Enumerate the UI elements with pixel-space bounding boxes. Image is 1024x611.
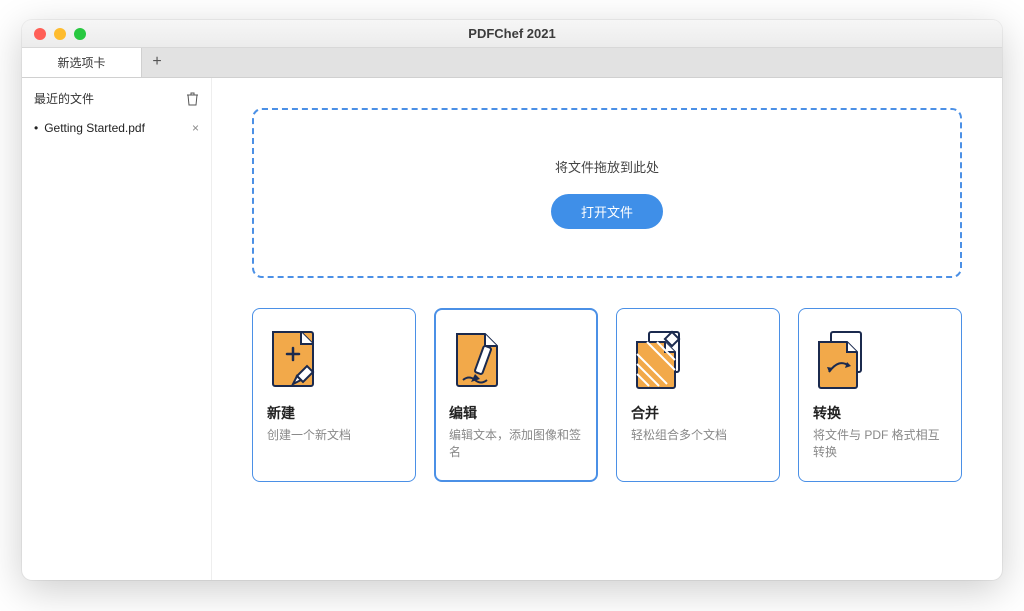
sidebar: 最近的文件 •Getting Started.pdf × [22,78,212,580]
app-window: PDFChef 2021 新选项卡 + 最近的文件 •Getting Start… [22,20,1002,580]
dropzone-hint: 将文件拖放到此处 [555,157,659,176]
tab-label: 新选项卡 [57,54,105,71]
card-subtitle: 将文件与 PDF 格式相互转换 [813,427,947,461]
open-file-button[interactable]: 打开文件 [551,194,663,229]
dropzone[interactable]: 将文件拖放到此处 打开文件 [252,108,962,278]
edit-document-icon [449,325,583,395]
titlebar[interactable]: PDFChef 2021 [22,20,1002,48]
maximize-icon[interactable] [74,28,86,40]
close-icon[interactable]: × [192,121,199,135]
minimize-icon[interactable] [54,28,66,40]
recent-files-label: 最近的文件 [34,90,94,107]
new-document-icon [267,325,401,395]
card-subtitle: 编辑文本，添加图像和签名 [449,427,583,461]
tab-bar: 新选项卡 + [22,48,1002,78]
card-new[interactable]: 新建 创建一个新文档 [252,308,416,482]
card-merge[interactable]: 合并 轻松组合多个文档 [616,308,780,482]
card-title: 编辑 [449,403,583,423]
new-tab-button[interactable]: + [142,47,172,77]
trash-icon[interactable] [186,92,199,106]
card-convert[interactable]: 转换 将文件与 PDF 格式相互转换 [798,308,962,482]
app-title: PDFChef 2021 [22,26,1002,41]
card-edit[interactable]: 编辑 编辑文本，添加图像和签名 [434,308,598,482]
convert-document-icon [813,325,947,395]
close-icon[interactable] [34,28,46,40]
card-title: 合并 [631,403,765,423]
card-subtitle: 轻松组合多个文档 [631,427,765,444]
recent-file-name: Getting Started.pdf [44,121,145,135]
merge-documents-icon [631,325,765,395]
card-subtitle: 创建一个新文档 [267,427,401,444]
card-title: 新建 [267,403,401,423]
card-title: 转换 [813,403,947,423]
list-item[interactable]: •Getting Started.pdf × [32,117,201,139]
action-cards: 新建 创建一个新文档 编辑 编辑文本，添加图像和签名 [252,308,962,482]
tab-new[interactable]: 新选项卡 [22,47,142,77]
main-content: 将文件拖放到此处 打开文件 新建 [212,78,1002,580]
window-controls [22,28,86,40]
